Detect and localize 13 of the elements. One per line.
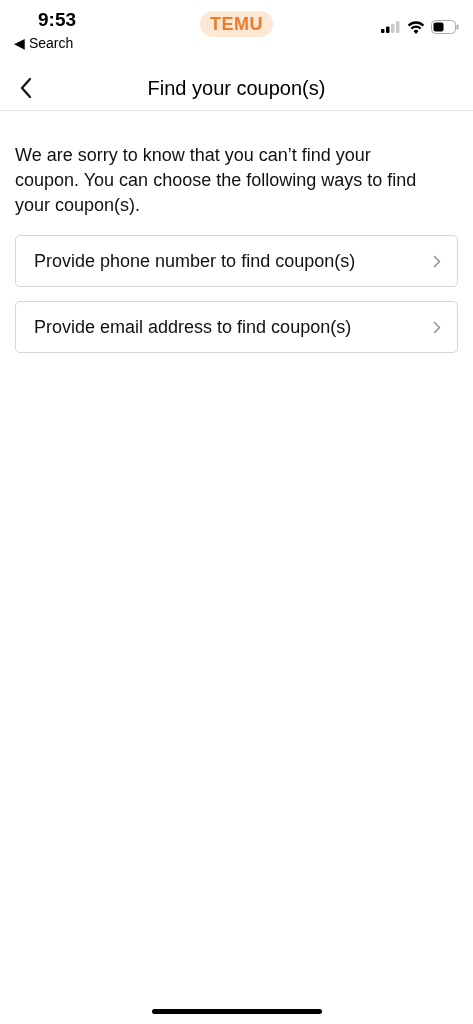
wifi-icon [407, 20, 425, 34]
back-chevron-icon [20, 78, 32, 98]
status-time: 9:53 [37, 8, 78, 32]
info-message: We are sorry to know that you can’t find your coupon. You can choose the following ways to find your coupon(s). [15, 144, 418, 217]
chevron-right-icon [433, 254, 441, 268]
app-badge: TEMU [200, 11, 273, 37]
signal-icon [381, 21, 401, 33]
page-title: Find your coupon(s) [147, 76, 326, 101]
battery-icon [431, 20, 459, 34]
find-coupon-option[interactable]: Provide phone number to find coupon(s) [15, 235, 458, 287]
find-coupon-option[interactable]: Provide email address to find coupon(s) [15, 301, 458, 353]
back-to-app-link[interactable]: ◀ Search [14, 33, 74, 53]
chevron-right-icon [433, 320, 441, 334]
